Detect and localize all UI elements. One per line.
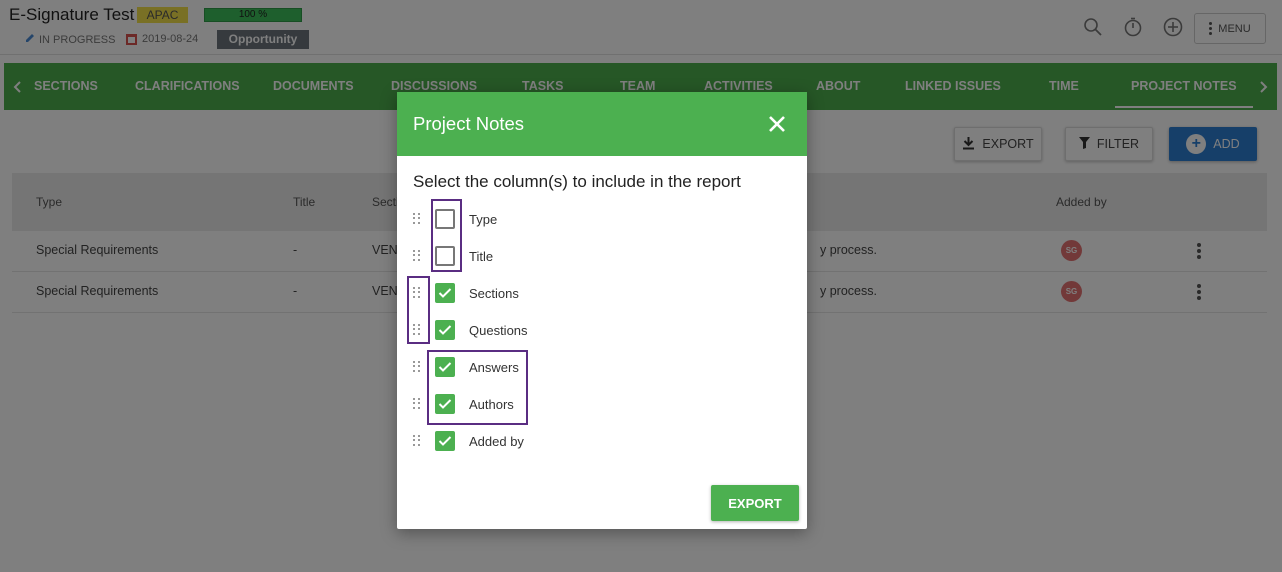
- drag-handle-icon[interactable]: [413, 398, 421, 410]
- highlight-box-answers-authors: [427, 350, 528, 425]
- dialog-title: Project Notes: [413, 113, 525, 134]
- checkbox[interactable]: [435, 431, 455, 451]
- export-columns-dialog: Project Notes Select the column(s) to in…: [397, 92, 807, 529]
- checkbox[interactable]: [435, 283, 455, 303]
- drag-handle-icon[interactable]: [413, 361, 421, 373]
- option-label: Title: [469, 248, 494, 264]
- option-label: Questions: [469, 322, 528, 338]
- drag-handle-icon[interactable]: [413, 435, 421, 447]
- option-label: Added by: [469, 433, 524, 449]
- option-label: Sections: [469, 285, 519, 301]
- checkmark-icon: [438, 288, 452, 298]
- column-option-sections[interactable]: Sections: [413, 278, 713, 308]
- column-option-added-by[interactable]: Added by: [413, 426, 713, 456]
- checkmark-icon: [438, 325, 452, 335]
- checkbox[interactable]: [435, 320, 455, 340]
- close-icon[interactable]: [765, 112, 789, 136]
- dialog-header: Project Notes: [397, 92, 807, 156]
- checkmark-icon: [438, 436, 452, 446]
- drag-handle-icon[interactable]: [413, 213, 421, 225]
- option-label: Type: [469, 211, 498, 227]
- drag-handle-icon[interactable]: [413, 250, 421, 262]
- column-option-questions[interactable]: Questions: [413, 315, 713, 345]
- highlight-box-unchecked: [431, 199, 462, 272]
- highlight-box-drag-handles: [407, 276, 430, 344]
- dialog-instructions: Select the column(s) to include in the r…: [413, 172, 741, 191]
- dialog-export-button[interactable]: EXPORT: [711, 485, 799, 521]
